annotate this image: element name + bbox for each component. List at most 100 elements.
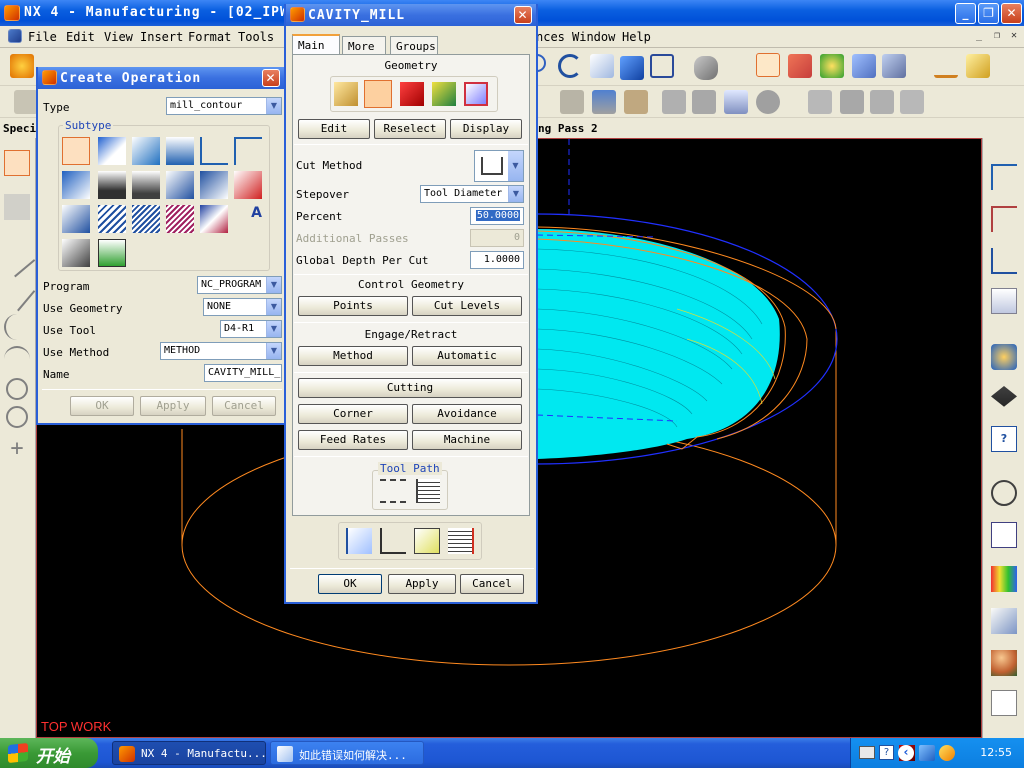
menu-tools[interactable]: Tools <box>238 30 274 44</box>
snap-point-icon[interactable] <box>882 54 906 78</box>
use-tool-select[interactable]: D4-R1 ▼ <box>220 320 282 338</box>
doc-restore-icon[interactable]: ❐ <box>990 30 1004 44</box>
network-icon[interactable] <box>919 745 935 761</box>
menu-file[interactable]: File <box>28 30 57 44</box>
edit-button[interactable]: Edit <box>298 119 370 139</box>
feed-rates-button[interactable]: Feed Rates <box>298 430 408 450</box>
percent-input[interactable]: 50.0000 <box>470 207 524 225</box>
profile-3d-subtype-icon[interactable] <box>200 205 228 233</box>
training-icon[interactable] <box>991 386 1017 407</box>
blank-geometry-icon[interactable] <box>364 80 392 108</box>
snap-icon[interactable] <box>852 54 876 78</box>
points-button[interactable]: Points <box>298 296 408 316</box>
flowcut-single-subtype-icon[interactable] <box>62 205 90 233</box>
palette-icon[interactable] <box>991 566 1017 592</box>
operation-icon-3[interactable] <box>624 90 648 114</box>
toolbar-icon-1[interactable] <box>14 90 38 114</box>
close-icon[interactable]: ✕ <box>514 6 532 24</box>
contour-area-dir-steep-subtype-icon[interactable] <box>234 171 262 199</box>
replay-icon[interactable] <box>380 528 406 554</box>
cutting-button[interactable]: Cutting <box>298 378 522 398</box>
nx-start-icon[interactable] <box>10 54 34 78</box>
tab-main[interactable]: Main <box>292 34 340 56</box>
use-method-select[interactable]: METHOD ▼ <box>160 342 282 360</box>
select-icon[interactable] <box>756 53 780 77</box>
ruler-icon[interactable] <box>966 54 990 78</box>
generate-toolpath-icon[interactable] <box>380 479 406 503</box>
spline-icon[interactable] <box>4 314 30 340</box>
chevron-left-icon[interactable]: ‹ <box>898 745 914 761</box>
display-button[interactable]: Display <box>450 119 522 139</box>
ok-button[interactable]: OK <box>318 574 382 594</box>
stepover-select[interactable]: Tool Diameter ▼ <box>420 185 524 203</box>
help-icon[interactable]: ? <box>879 745 894 760</box>
automatic-button[interactable]: Automatic <box>412 346 522 366</box>
tab-more[interactable]: More <box>342 36 386 56</box>
menu-preferences[interactable]: nces <box>536 30 565 44</box>
plunge-milling-subtype-icon[interactable] <box>98 137 126 165</box>
flowcut-multiple-subtype-icon[interactable] <box>98 205 126 233</box>
use-geometry-select[interactable]: NONE ▼ <box>203 298 282 316</box>
circle-icon[interactable] <box>6 378 28 400</box>
menu-edit[interactable]: Edit <box>66 30 95 44</box>
zlevel-profile-subtype-icon[interactable] <box>200 137 228 165</box>
line-icon-2[interactable] <box>0 274 36 312</box>
start-button[interactable]: 开始 <box>0 738 98 768</box>
operation-icon-5[interactable] <box>692 90 716 114</box>
cut-levels-button[interactable]: Cut Levels <box>412 296 522 316</box>
operation-icon-6[interactable] <box>724 90 748 114</box>
cancel-button[interactable]: Cancel <box>212 396 276 416</box>
apply-button[interactable]: Apply <box>388 574 456 594</box>
name-input[interactable]: CAVITY_MILL_ <box>204 364 282 382</box>
geometry-navigator-icon[interactable] <box>991 248 1017 274</box>
tab-groups[interactable]: Groups <box>390 36 438 56</box>
rotate-icon[interactable] <box>558 54 582 78</box>
apply-button[interactable]: Apply <box>140 396 206 416</box>
doc-minimize-icon[interactable]: _ <box>972 30 986 44</box>
flowcut-ref-tool-subtype-icon[interactable] <box>132 205 160 233</box>
line-icon[interactable] <box>0 240 36 278</box>
tool-icon[interactable] <box>346 528 372 554</box>
contour-surface-area-subtype-icon[interactable] <box>132 171 160 199</box>
reselect-button[interactable]: Reselect <box>374 119 446 139</box>
zlevel-corner-subtype-icon[interactable] <box>234 137 262 165</box>
corner-rough-subtype-icon[interactable] <box>132 137 160 165</box>
cut-method-select[interactable]: ▼ <box>474 150 524 182</box>
taskbar-browser-window[interactable]: 如此错误如何解决... <box>270 741 424 765</box>
ok-button[interactable]: OK <box>70 396 134 416</box>
part-geometry-icon[interactable] <box>334 82 358 106</box>
additional-passes-input[interactable]: 0 <box>470 229 524 247</box>
global-depth-input[interactable]: 1.0000 <box>470 251 524 269</box>
system-visualization-icon[interactable] <box>991 690 1017 716</box>
contour-text-subtype-icon[interactable]: A <box>234 205 262 233</box>
flowcut-smooth-subtype-icon[interactable] <box>166 205 194 233</box>
process-studio-icon[interactable] <box>991 608 1017 634</box>
volume-icon[interactable] <box>939 745 955 761</box>
streamline-subtype-icon[interactable] <box>166 171 194 199</box>
menu-format[interactable]: Format <box>188 30 231 44</box>
roles-icon[interactable] <box>991 650 1017 676</box>
mill-user-subtype-icon[interactable] <box>62 239 90 267</box>
minimize-icon[interactable]: _ <box>955 3 976 24</box>
verify-icon[interactable] <box>414 528 440 554</box>
history-icon[interactable] <box>991 480 1017 506</box>
filter-icon[interactable] <box>820 54 844 78</box>
avoidance-button[interactable]: Avoidance <box>412 404 522 424</box>
corner-button[interactable]: Corner <box>298 404 408 424</box>
render-style-icon[interactable] <box>694 56 718 80</box>
keyboard-icon[interactable] <box>859 746 875 759</box>
type-select[interactable]: mill_contour ▼ <box>166 97 282 115</box>
operation-icon-11[interactable] <box>900 90 924 114</box>
shaded-icon[interactable] <box>620 56 644 80</box>
reuse-library-icon[interactable] <box>991 522 1017 548</box>
cavity-mill-title-bar[interactable]: CAVITY_MILL ✕ <box>286 4 536 26</box>
method-button[interactable]: Method <box>298 346 408 366</box>
mill-control-subtype-icon[interactable] <box>98 239 126 267</box>
help-icon[interactable]: ? <box>991 426 1017 452</box>
list-toolpath-icon[interactable] <box>416 479 440 503</box>
postprocess-icon[interactable] <box>448 528 474 554</box>
doc-close-icon[interactable]: ✕ <box>1007 30 1021 44</box>
operation-icon-2[interactable] <box>592 90 616 114</box>
close-icon[interactable]: ✕ <box>262 69 280 87</box>
operation-navigator-icon[interactable] <box>991 164 1017 190</box>
